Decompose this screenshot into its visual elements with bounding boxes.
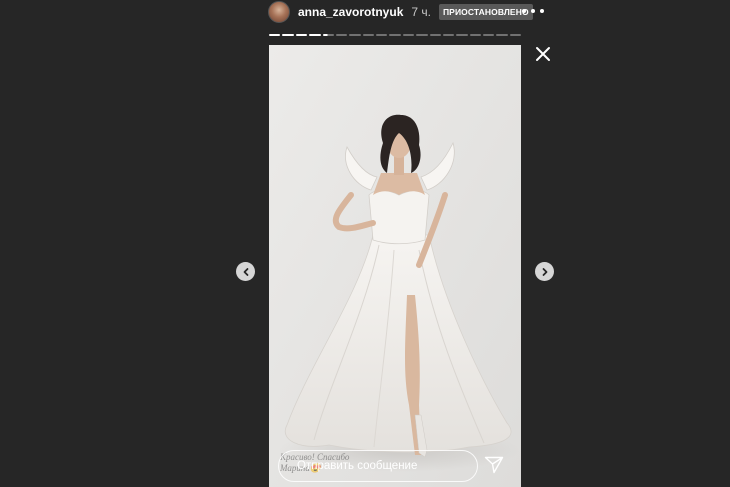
progress-segment [483, 34, 495, 36]
story-photo [269, 45, 521, 487]
more-horizontal-icon[interactable] [522, 4, 544, 18]
story-viewer: anna_zavorotnyuk 7 ч. ПРИОСТАНОВЛЕНО Кра… [0, 0, 730, 487]
progress-segment [295, 34, 308, 36]
progress-segment [416, 34, 428, 36]
progress-segment [429, 34, 441, 36]
chevron-left-icon [243, 267, 248, 276]
progress-segment [309, 34, 321, 36]
progress-segment [442, 34, 455, 36]
progress-segment [349, 34, 361, 36]
progress-segment [376, 34, 388, 36]
progress-segment [322, 34, 334, 36]
progress-segment [402, 34, 415, 36]
post-time: 7 ч. [411, 5, 431, 19]
username-link[interactable]: anna_zavorotnyuk [298, 5, 403, 19]
progress-segment [509, 34, 522, 36]
paused-status-badge: ПРИОСТАНОВЛЕНО [438, 4, 533, 20]
previous-story-button[interactable] [236, 262, 255, 281]
story-media[interactable] [269, 45, 521, 487]
progress-segment [335, 34, 348, 36]
progress-segment [496, 34, 508, 36]
avatar[interactable] [268, 1, 290, 23]
paper-plane-icon[interactable] [484, 456, 504, 474]
progress-segment [469, 34, 481, 36]
progress-segment [269, 34, 281, 36]
story-progress-bar [269, 34, 522, 36]
progress-segment [362, 34, 374, 36]
close-icon[interactable] [535, 46, 551, 62]
progress-segment [282, 34, 294, 36]
progress-segment [456, 34, 468, 36]
progress-segment [389, 34, 401, 36]
story-header: anna_zavorotnyuk 7 ч. ПРИОСТАНОВЛЕНО [268, 0, 558, 24]
chevron-right-icon [542, 267, 547, 276]
next-story-button[interactable] [535, 262, 554, 281]
reply-message-input[interactable] [278, 450, 478, 482]
